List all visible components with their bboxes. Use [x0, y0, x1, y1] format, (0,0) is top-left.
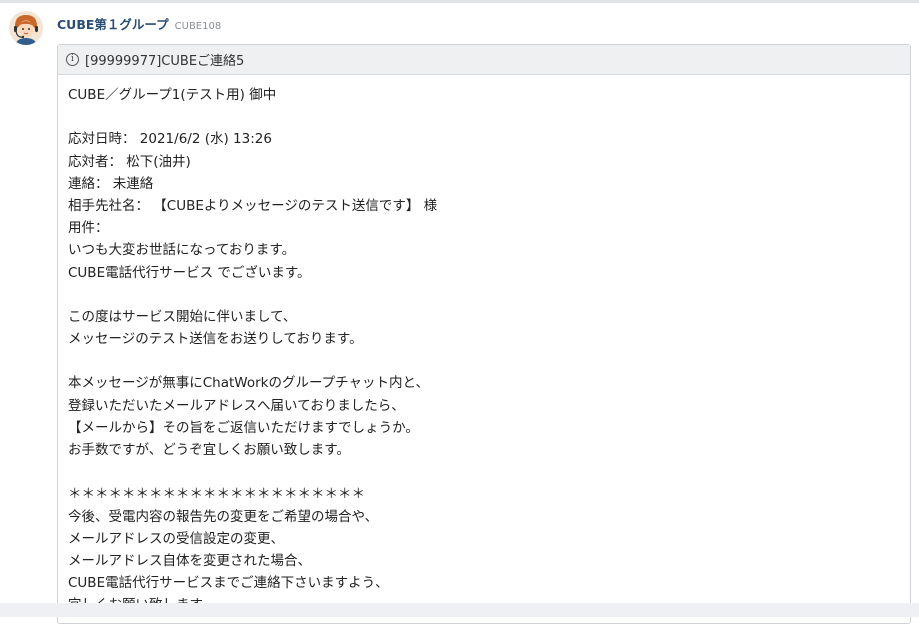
message-line: 【メールから】その旨をご返信いただけますでしょうか。 [68, 419, 419, 436]
message-line: いつも大変お世話になっております。 [68, 242, 296, 259]
bottom-divider [0, 603, 919, 617]
top-divider [0, 0, 919, 3]
message-card: i [99999977]CUBEご連絡5 CUBE／グループ1(テスト用) 御中… [57, 44, 911, 624]
message-line: 登録いただいたメールアドレスへ届いておりましたら、 [68, 397, 405, 414]
message-line: 今後、受電内容の報告先の変更をご希望の場合や、 [68, 508, 379, 525]
sender-name[interactable]: CUBE第１グループ [57, 14, 169, 33]
message-body: CUBE／グループ1(テスト用) 御中 応対日時： 2021/6/2 (水) 13… [58, 75, 910, 617]
info-icon: i [66, 53, 79, 66]
message-line: お手数ですが、どうぞ宜しくお願い致します。 [68, 442, 350, 458]
message-line: 用件： [68, 220, 109, 237]
message-line: 応対日時： 2021/6/2 (水) 13:26 [68, 131, 272, 148]
message-title: [99999977]CUBEご連絡5 [85, 54, 245, 69]
message-line: 相手先社名： 【CUBEよりメッセージのテスト送信です】 様 [68, 197, 438, 214]
message-line: 連絡： 未連絡 [68, 175, 154, 192]
message-line: 本メッセージが無事にChatWorkのグループチャット内と、 [68, 375, 429, 392]
message-line: この度はサービス開始に伴いまして、 [68, 308, 297, 325]
message-line: CUBE／グループ1(テスト用) 御中 [68, 87, 277, 103]
message-line [68, 461, 910, 483]
message-line: CUBE電話代行サービス でございます。 [68, 264, 311, 281]
message-line: ＊＊＊＊＊＊＊＊＊＊＊＊＊＊＊＊＊＊＊＊＊＊ [68, 486, 365, 503]
operator-avatar-icon[interactable] [9, 11, 43, 45]
message-line: メールアドレスの受信設定の変更、 [68, 530, 284, 547]
message-line: メールアドレス自体を変更された場合、 [68, 552, 311, 569]
message-line: 応対者： 松下(油井) [68, 153, 191, 170]
message-title-bar: i [99999977]CUBEご連絡5 [58, 45, 910, 75]
message-line [68, 284, 910, 306]
message-line [68, 106, 910, 128]
message-line: メッセージのテスト送信をお送りしております。 [68, 331, 363, 348]
message-line [68, 350, 910, 372]
message-line: CUBE電話代行サービスまでご連絡下さいますよう、 [68, 575, 389, 592]
sender-id: CUBE108 [174, 21, 222, 32]
message-header: CUBE第１グループ CUBE108 [57, 14, 221, 32]
